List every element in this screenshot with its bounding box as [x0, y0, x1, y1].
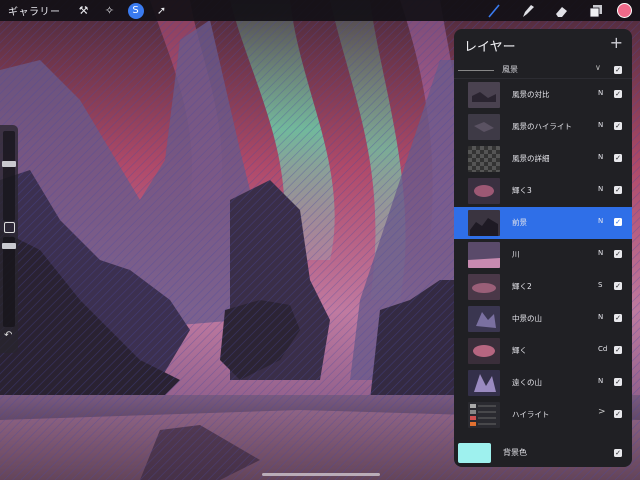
add-layer-icon[interactable]: + [610, 33, 623, 52]
layer-row[interactable]: 風景のハイライト N ✓ [454, 111, 632, 143]
layer-name: 風景の詳細 [512, 154, 550, 163]
magic-wand-icon[interactable]: ✧ [102, 3, 118, 19]
layer-name: 輝く [512, 346, 527, 355]
left-sidebar: ↶ [0, 125, 18, 353]
brush-size-thumb[interactable] [2, 161, 16, 167]
visibility-checkbox[interactable]: ✓ [614, 314, 622, 322]
modify-button[interactable] [4, 222, 15, 233]
visibility-checkbox[interactable]: ✓ [614, 378, 622, 386]
blend-mode[interactable]: Cd [598, 345, 607, 353]
top-toolbar: ギャラリー ⚒ ✧ S ➚ [0, 0, 640, 21]
layer-row[interactable]: 川 N ✓ [454, 239, 632, 271]
brush-size-slider[interactable] [2, 131, 16, 221]
layer-thumbnail [468, 242, 500, 268]
layer-name: 風景の対比 [512, 90, 550, 99]
visibility-checkbox[interactable]: ✓ [614, 410, 622, 418]
gallery-button[interactable]: ギャラリー [8, 3, 61, 18]
visibility-checkbox[interactable]: ✓ [614, 218, 622, 226]
undo-icon[interactable]: ↶ [4, 330, 12, 341]
chevron-right-icon[interactable]: > [598, 407, 606, 417]
color-picker-button[interactable] [617, 3, 632, 18]
eraser-icon[interactable] [553, 2, 571, 20]
visibility-checkbox[interactable]: ✓ [614, 122, 622, 130]
visibility-checkbox[interactable]: ✓ [614, 346, 622, 354]
layer-name: 川 [512, 250, 520, 259]
background-color-row[interactable]: 背景色 ✓ [454, 439, 632, 467]
brush-icon[interactable] [485, 2, 503, 20]
opacity-slider[interactable] [2, 237, 16, 327]
blend-mode[interactable]: N [598, 185, 603, 193]
layer-group-row[interactable]: 風景 ∨ ✓ [454, 62, 632, 79]
smudge-icon[interactable] [519, 2, 537, 20]
layer-row-selected[interactable]: 前景 N ✓ [454, 207, 632, 239]
visibility-checkbox[interactable]: ✓ [614, 90, 622, 98]
visibility-checkbox[interactable]: ✓ [614, 282, 622, 290]
background-color-swatch[interactable] [458, 443, 491, 463]
layer-group-highlight[interactable]: ハイライト > ✓ [454, 399, 632, 431]
visibility-checkbox[interactable]: ✓ [614, 66, 622, 74]
blend-mode[interactable]: S [598, 281, 602, 289]
layers-panel-header: レイヤー + [454, 29, 632, 62]
blend-mode[interactable]: N [598, 377, 603, 385]
blend-mode[interactable]: N [598, 217, 603, 225]
layer-row[interactable]: 輝く Cd ✓ [454, 335, 632, 367]
transform-arrow-icon[interactable]: ➚ [154, 3, 170, 19]
visibility-checkbox[interactable]: ✓ [614, 250, 622, 258]
layer-row[interactable]: 風景の対比 N ✓ [454, 79, 632, 111]
layer-row[interactable]: 風景の詳細 N ✓ [454, 143, 632, 175]
layer-name: 輝く3 [512, 186, 532, 195]
layer-thumbnail [468, 146, 500, 172]
layers-icon[interactable] [587, 2, 605, 20]
layers-panel: レイヤー + 風景 ∨ ✓ 風景の対比 N ✓ 風景のハイライト N ✓ 風景の… [454, 29, 632, 467]
visibility-checkbox[interactable]: ✓ [614, 186, 622, 194]
wrench-icon[interactable]: ⚒ [76, 3, 92, 19]
layer-name: 背景色 [503, 448, 527, 457]
layer-thumbnail [468, 338, 500, 364]
layer-thumbnail [468, 82, 500, 108]
layer-thumbnail [468, 114, 500, 140]
blend-mode[interactable]: N [598, 249, 603, 257]
layer-thumbnail [468, 210, 500, 236]
layer-name: 輝く2 [512, 282, 532, 291]
layer-row[interactable]: 輝く2 S ✓ [454, 271, 632, 303]
selection-icon[interactable]: S [127, 2, 144, 19]
group-name: 風景 [502, 65, 518, 74]
blend-mode[interactable]: N [598, 313, 603, 321]
layer-name: 風景のハイライト [512, 122, 572, 131]
layer-name: 前景 [512, 218, 527, 227]
chevron-down-icon[interactable]: ∨ [595, 63, 601, 72]
layer-thumbnail [468, 402, 500, 428]
blend-mode[interactable]: N [598, 153, 603, 161]
blend-mode[interactable]: N [598, 121, 603, 129]
home-indicator [262, 473, 380, 476]
group-divider [458, 70, 494, 71]
layer-name: ハイライト [512, 410, 550, 419]
layer-name: 遠くの山 [512, 378, 542, 387]
layer-thumbnail [468, 274, 500, 300]
layers-panel-title: レイヤー [464, 40, 516, 55]
layer-thumbnail [468, 306, 500, 332]
visibility-checkbox[interactable]: ✓ [614, 154, 622, 162]
tool-group [477, 0, 640, 21]
layer-row[interactable]: 輝く3 N ✓ [454, 175, 632, 207]
layer-row[interactable]: 遠くの山 N ✓ [454, 367, 632, 399]
layer-row[interactable]: 中景の山 N ✓ [454, 303, 632, 335]
layer-thumbnail [468, 178, 500, 204]
blend-mode[interactable]: N [598, 89, 603, 97]
layer-thumbnail [468, 370, 500, 396]
opacity-thumb[interactable] [2, 243, 16, 249]
visibility-checkbox[interactable]: ✓ [614, 449, 622, 457]
layer-name: 中景の山 [512, 314, 542, 323]
